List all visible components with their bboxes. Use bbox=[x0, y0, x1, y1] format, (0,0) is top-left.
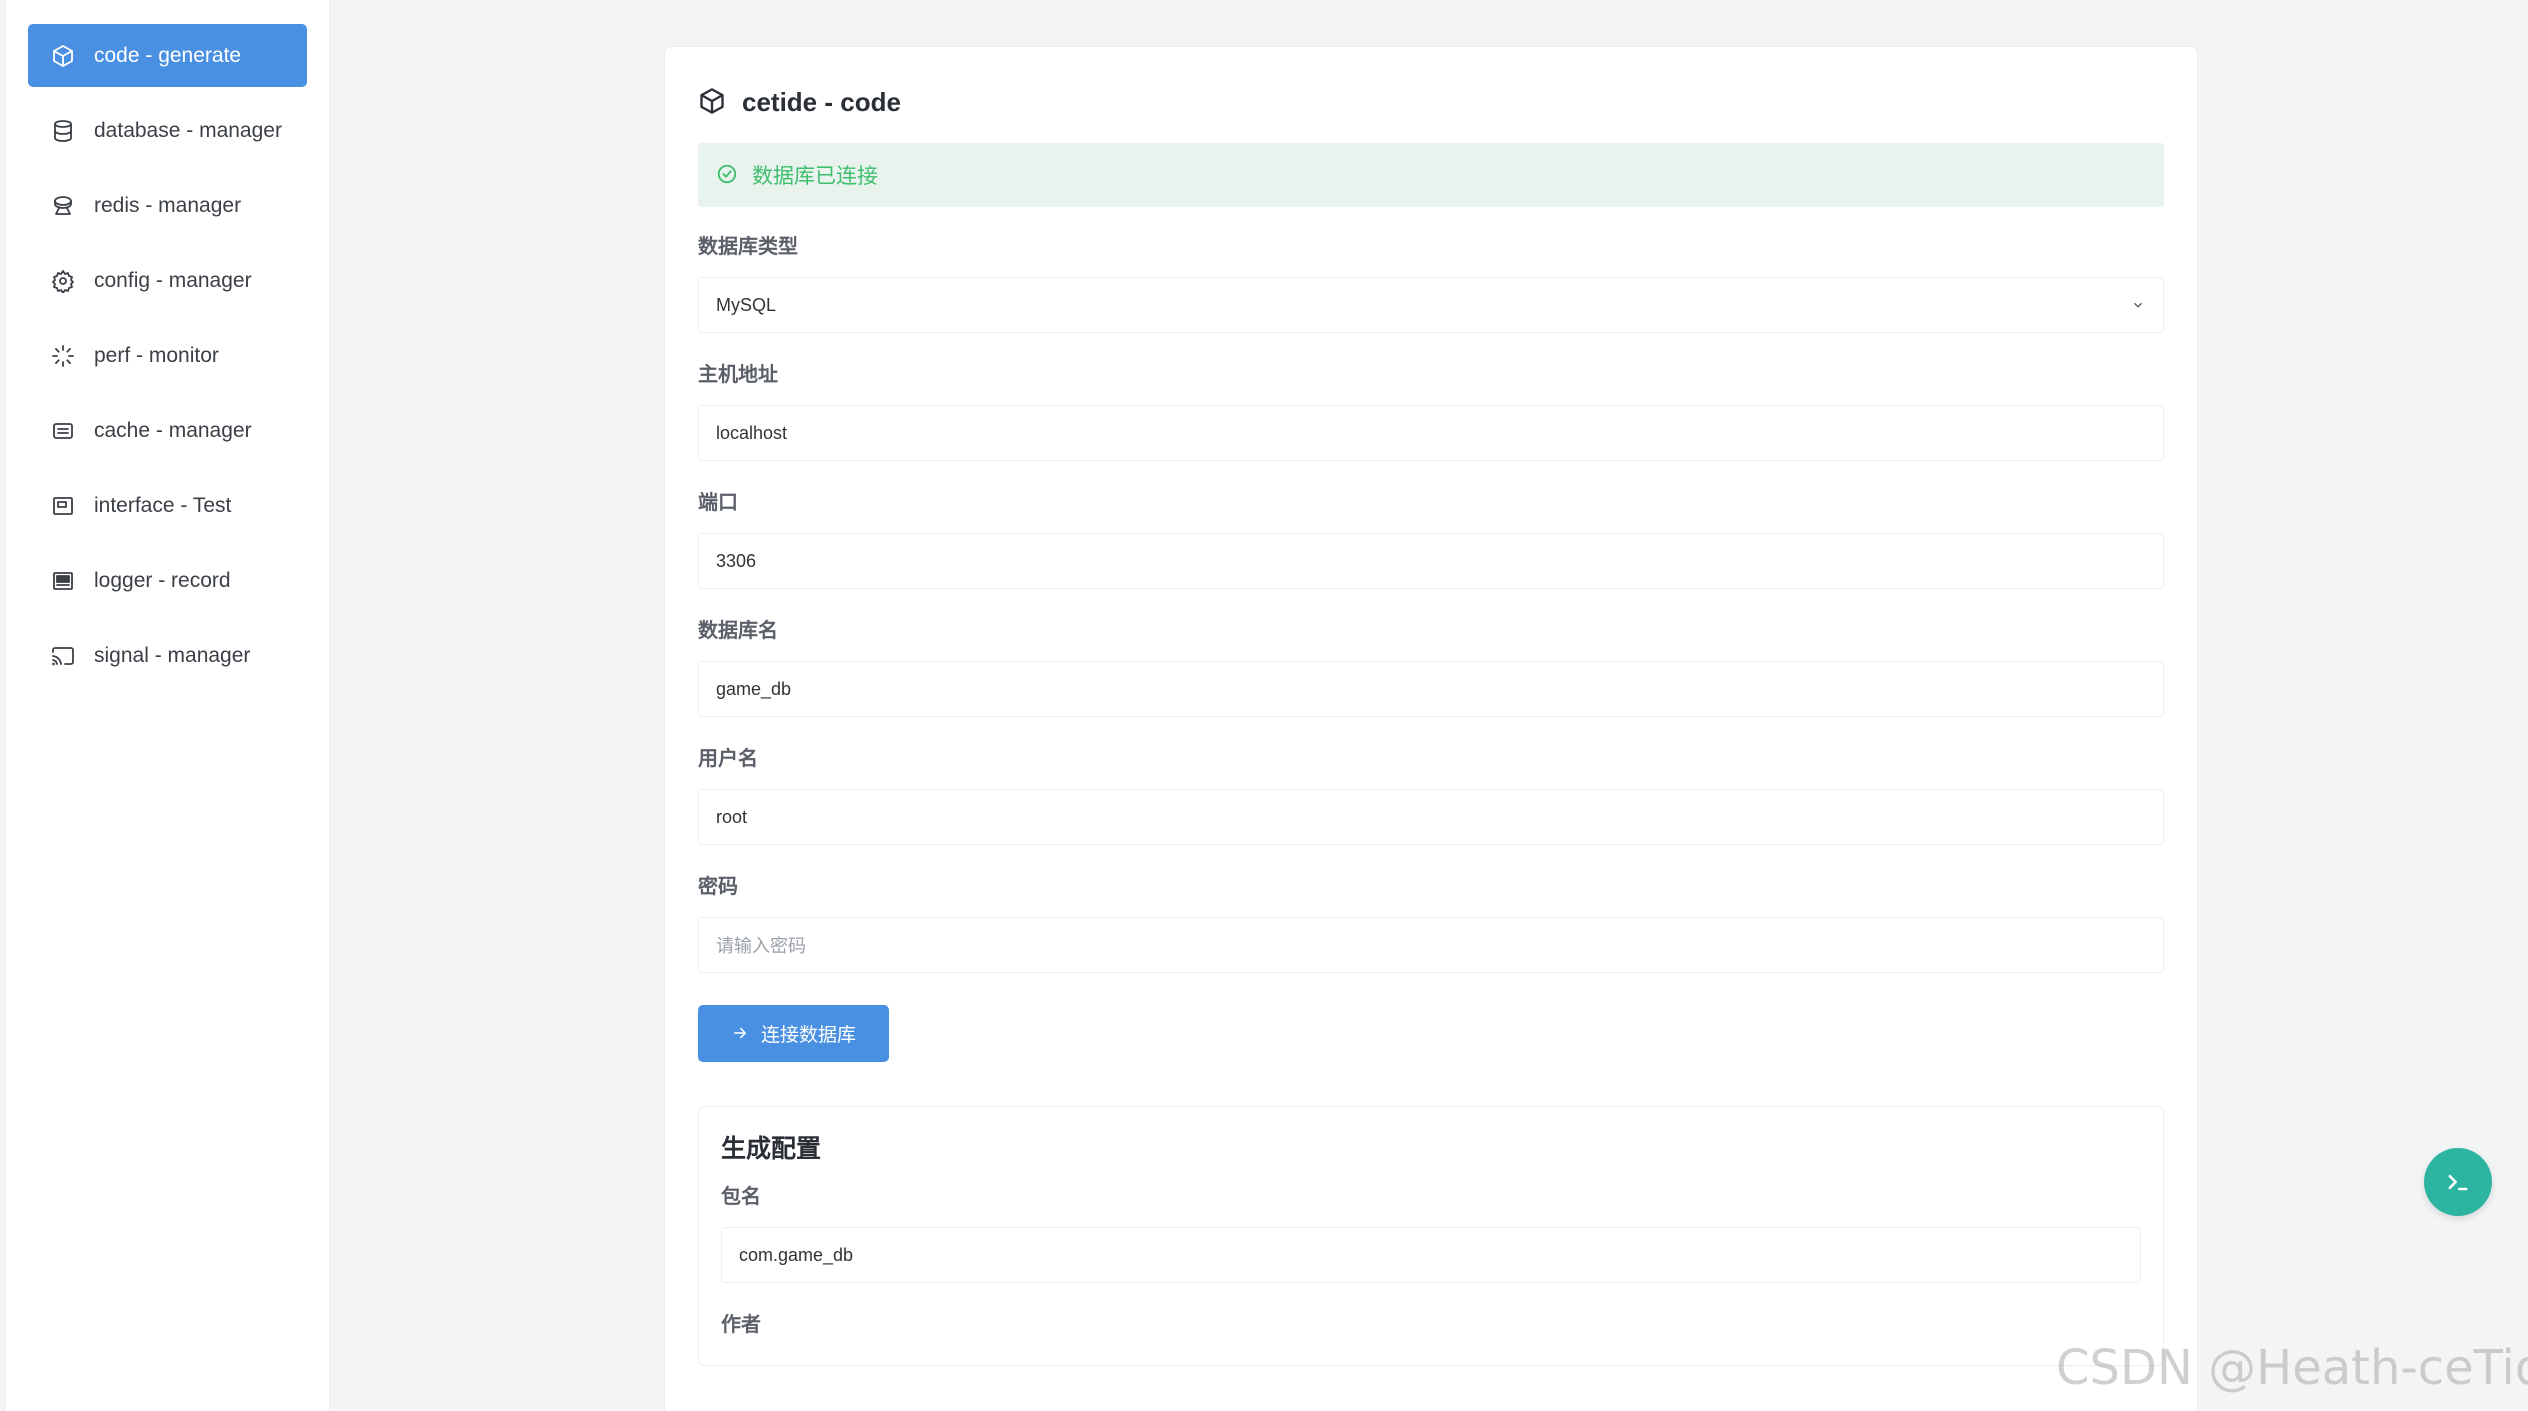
watermark: CSDN @Heath-ceTide bbox=[2056, 1340, 2528, 1396]
host-value: localhost bbox=[716, 422, 788, 443]
alert-text: 数据库已连接 bbox=[752, 165, 878, 188]
chevron-down-icon bbox=[2131, 296, 2147, 312]
cast-icon bbox=[50, 643, 76, 669]
package-label: 包名 bbox=[721, 1186, 761, 1208]
window-icon bbox=[50, 493, 76, 519]
db-name-value: game_db bbox=[716, 678, 792, 699]
password-input[interactable]: 请输入密码 bbox=[698, 917, 2164, 973]
username-value: root bbox=[716, 806, 748, 827]
db-type-select[interactable]: MySQL bbox=[698, 277, 2164, 333]
db-type-value: MySQL bbox=[716, 294, 777, 315]
gear-icon bbox=[50, 268, 76, 294]
port-input[interactable]: 3306 bbox=[698, 533, 2164, 589]
author-label: 作者 bbox=[721, 1314, 761, 1336]
page-title-text: cetide - code bbox=[742, 86, 901, 117]
sidebar-item-cache-manager[interactable]: cache - manager bbox=[28, 399, 307, 462]
loader-icon bbox=[50, 343, 76, 369]
cube-icon bbox=[50, 43, 76, 69]
sidebar: code - generate database - manager redis… bbox=[6, 0, 330, 1411]
cache-icon bbox=[50, 418, 76, 444]
layers-icon bbox=[50, 193, 76, 219]
sidebar-item-perf-monitor[interactable]: perf - monitor bbox=[28, 324, 307, 387]
log-icon bbox=[50, 568, 76, 594]
host-input[interactable]: localhost bbox=[698, 405, 2164, 461]
sidebar-item-logger-record[interactable]: logger - record bbox=[28, 549, 307, 612]
gen-config-title: 生成配置 bbox=[721, 1135, 822, 1163]
sidebar-item-label: cache - manager bbox=[94, 418, 252, 442]
connect-db-button[interactable]: 连接数据库 bbox=[698, 1005, 889, 1062]
sidebar-item-label: signal - manager bbox=[94, 643, 251, 667]
sidebar-item-label: interface - Test bbox=[94, 493, 232, 517]
sidebar-item-label: config - manager bbox=[94, 268, 252, 292]
page-title: cetide - code bbox=[698, 81, 2164, 123]
host-label: 主机地址 bbox=[698, 364, 778, 386]
password-placeholder: 请输入密码 bbox=[716, 936, 806, 956]
sidebar-item-code-generate[interactable]: code - generate bbox=[28, 24, 307, 87]
username-input[interactable]: root bbox=[698, 789, 2164, 845]
db-connection-card: cetide - code 数据库已连接 数据库类型 MySQL 主机地址 lo… bbox=[664, 46, 2198, 1411]
check-circle-icon bbox=[716, 163, 740, 187]
database-icon bbox=[50, 118, 76, 144]
sidebar-item-interface-test[interactable]: interface - Test bbox=[28, 474, 307, 537]
sidebar-item-label: redis - manager bbox=[94, 193, 242, 217]
sidebar-item-label: perf - monitor bbox=[94, 343, 219, 367]
terminal-icon bbox=[2448, 1174, 2468, 1191]
sidebar-item-label: database - manager bbox=[94, 118, 282, 142]
package-input[interactable]: com.game_db bbox=[721, 1227, 2141, 1283]
db-type-label: 数据库类型 bbox=[698, 236, 798, 258]
sidebar-item-config-manager[interactable]: config - manager bbox=[28, 249, 307, 312]
password-label: 密码 bbox=[698, 876, 738, 898]
port-label: 端口 bbox=[698, 492, 738, 514]
sidebar-item-database-manager[interactable]: database - manager bbox=[28, 99, 307, 162]
sidebar-item-redis-manager[interactable]: redis - manager bbox=[28, 174, 307, 237]
terminal-fab-button[interactable] bbox=[2424, 1148, 2492, 1216]
sidebar-item-label: code - generate bbox=[94, 43, 242, 67]
db-name-label: 数据库名 bbox=[698, 620, 778, 642]
connect-db-button-label: 连接数据库 bbox=[760, 1025, 856, 1046]
sidebar-item-label: logger - record bbox=[94, 568, 231, 592]
package-value: com.game_db bbox=[739, 1244, 854, 1265]
connection-status-alert: 数据库已连接 bbox=[698, 143, 2164, 207]
sidebar-item-signal-manager[interactable]: signal - manager bbox=[28, 624, 307, 687]
arrow-right-icon bbox=[731, 1024, 751, 1044]
username-label: 用户名 bbox=[698, 748, 758, 770]
port-value: 3306 bbox=[716, 550, 757, 571]
db-name-input[interactable]: game_db bbox=[698, 661, 2164, 717]
cube-icon bbox=[698, 87, 728, 117]
gen-config-section: 生成配置 包名 com.game_db 作者 bbox=[698, 1106, 2164, 1366]
